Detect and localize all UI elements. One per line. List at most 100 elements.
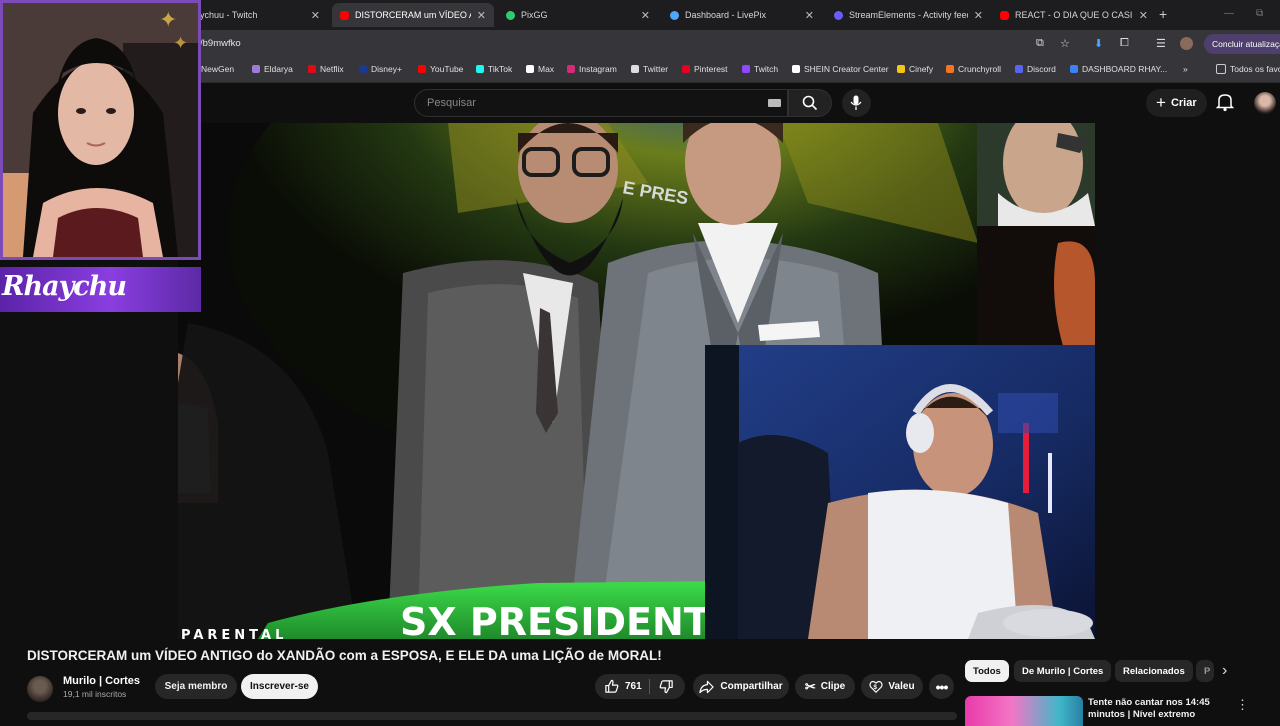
scissors-icon: ✂ (804, 678, 816, 694)
description-box[interactable] (27, 712, 957, 720)
banner-corner-text: PARENTAL (181, 628, 287, 639)
thanks-button[interactable]: $ Valeu (861, 674, 923, 699)
bookmark-label: YouTube (430, 64, 464, 74)
tab-react[interactable]: REACT - O DIA QUE O CASIMIR ✕ (992, 3, 1156, 27)
bookmark-item[interactable]: DASHBOARD RHAY... (1070, 64, 1167, 74)
chip-all[interactable]: Todos (965, 660, 1009, 682)
chevron-right-icon[interactable]: › (1222, 662, 1227, 680)
close-icon[interactable]: ✕ (805, 9, 814, 22)
star-decoration-icon: ✦ (159, 7, 178, 32)
channel-name[interactable]: Murilo | Cortes (63, 675, 140, 687)
bookmark-label: Discord (1027, 64, 1056, 74)
svg-text:$: $ (874, 684, 878, 691)
super-thanks-icon: $ (869, 680, 884, 693)
close-icon[interactable]: ✕ (311, 9, 320, 22)
subscribe-button[interactable]: Inscrever-se (241, 674, 318, 699)
like-button[interactable]: 761 (604, 679, 642, 694)
more-horizontal-icon: ••• (935, 678, 949, 695)
bookmark-item[interactable]: SHEIN Creator Center (792, 64, 889, 74)
youtube-favicon-icon (1000, 10, 1009, 20)
like-count: 761 (625, 681, 642, 692)
search-input[interactable]: Pesquisar (414, 89, 788, 117)
bookmark-item[interactable]: Netflix (308, 64, 344, 74)
reading-list-icon[interactable]: ☰ (1156, 37, 1166, 50)
bookmark-item[interactable]: Disney+ (359, 64, 402, 74)
thumbs-down-icon (659, 680, 673, 694)
bookmark-item[interactable]: Crunchyroll (946, 64, 1001, 74)
clip-label: Clipe (820, 681, 846, 692)
video-player[interactable]: E PRES SX PRESIDENT PARENTAL (178, 123, 1095, 639)
tab-streamelements[interactable]: StreamElements - Activity feed ✕ (826, 3, 991, 27)
webcam-feed: ✦ ✦ (3, 3, 198, 257)
bookmark-item[interactable]: Pinterest (682, 64, 728, 74)
tab-label: ychuu - Twitch (200, 10, 258, 20)
bookmark-item[interactable]: TikTok (476, 64, 512, 74)
keyboard-icon[interactable] (768, 99, 781, 107)
create-button[interactable]: + Criar (1146, 89, 1207, 117)
youtube-favicon-icon (340, 10, 349, 20)
twitter-icon (631, 65, 639, 73)
download-icon[interactable]: ⬇ (1094, 37, 1103, 50)
search-button[interactable] (788, 89, 832, 117)
more-bookmarks-icon[interactable]: » (1183, 64, 1188, 74)
bookmark-item[interactable]: Eldarya (252, 64, 293, 74)
close-icon[interactable]: ✕ (477, 9, 486, 22)
tiktok-icon (476, 65, 484, 73)
bookmark-item[interactable]: Instagram (567, 64, 617, 74)
chip-from-channel[interactable]: De Murilo | Cortes (1014, 660, 1112, 682)
restore-icon[interactable]: ⧉ (1256, 8, 1263, 19)
update-button[interactable]: Concluir atualização (1204, 34, 1280, 54)
share-button[interactable]: Compartilhar (693, 674, 789, 699)
minimize-icon[interactable]: — (1224, 8, 1234, 19)
tab-youtube-active[interactable]: DISTORCERAM um VÍDEO ANTIG ✕ (332, 3, 494, 27)
tab-twitch[interactable]: ychuu - Twitch ✕ (192, 3, 328, 27)
tab-label: DISTORCERAM um VÍDEO ANTIG (355, 10, 471, 20)
share-label: Compartilhar (720, 681, 783, 692)
clip-button[interactable]: ✂ Clipe (795, 674, 855, 699)
bookmark-item[interactable]: Cinefy (897, 64, 933, 74)
more-actions-button[interactable]: ••• (929, 674, 954, 699)
like-dislike-group: 761 (595, 674, 685, 699)
pinterest-icon (682, 65, 690, 73)
channel-avatar[interactable] (27, 676, 53, 702)
chip-related[interactable]: Relacionados (1115, 660, 1193, 682)
bookmark-item[interactable]: NewGen (201, 64, 234, 74)
bookmark-item[interactable]: Twitch (742, 64, 778, 74)
folder-icon (1216, 64, 1226, 74)
dislike-button[interactable] (659, 679, 674, 697)
dashboard-icon (1070, 65, 1078, 73)
new-tab-icon[interactable]: + (1159, 6, 1167, 22)
bookmark-item[interactable]: YouTube (418, 64, 463, 74)
close-icon[interactable]: ✕ (641, 9, 650, 22)
tab-label: StreamElements - Activity feed (849, 10, 968, 20)
chip-partial[interactable]: P (1196, 660, 1214, 682)
search-placeholder: Pesquisar (427, 97, 476, 109)
more-vertical-icon[interactable]: ⋮ (1236, 697, 1249, 713)
tab-pixgg[interactable]: PixGG ✕ (498, 3, 658, 27)
bookmark-item[interactable]: Twitter (631, 64, 668, 74)
extensions-icon[interactable]: ⧠ (1120, 37, 1129, 50)
close-icon[interactable]: ✕ (974, 9, 983, 22)
all-bookmarks-folder[interactable]: Todos os favo (1216, 64, 1280, 74)
recommended-video-thumbnail[interactable] (965, 696, 1083, 726)
recommended-video-title[interactable]: Tente não cantar nos 14:45 minutos | Nív… (1088, 697, 1218, 721)
close-icon[interactable]: ✕ (1139, 9, 1148, 22)
brand-name: Rhaychu (2, 271, 127, 302)
bookmark-item[interactable]: Max (526, 64, 554, 74)
account-avatar[interactable] (1254, 92, 1276, 114)
profile-avatar-icon[interactable] (1180, 37, 1193, 50)
thumbs-up-icon (605, 679, 619, 693)
bookmark-label: DASHBOARD RHAY... (1082, 64, 1168, 74)
bookmark-star-icon[interactable]: ☆ (1060, 37, 1070, 50)
pixgg-favicon-icon (506, 10, 515, 20)
url-field[interactable]: /b9mwfko (200, 38, 241, 49)
banner-title-text: SX PRESIDENT (400, 600, 710, 639)
cinefy-icon (897, 65, 905, 73)
notifications-bell-icon[interactable] (1216, 92, 1234, 112)
voice-search-button[interactable] (842, 89, 871, 117)
install-app-icon[interactable]: ⧉ (1036, 37, 1044, 50)
join-button[interactable]: Seja membro (155, 674, 237, 699)
tab-livepix[interactable]: Dashboard - LivePix ✕ (662, 3, 822, 27)
shein-icon (792, 65, 800, 73)
bookmark-item[interactable]: Discord (1015, 64, 1056, 74)
